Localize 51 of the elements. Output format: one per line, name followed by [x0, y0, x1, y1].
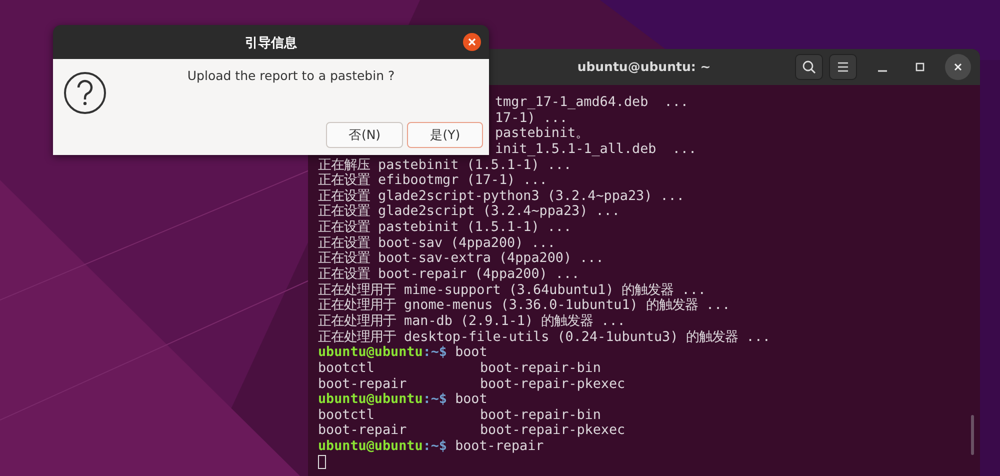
terminal-line: 正在设置 boot-sav (4ppa200) ...: [318, 236, 556, 251]
completion-item: bootctl: [318, 360, 376, 377]
terminal-line: 正在设置 efibootmgr (17-1) ...: [318, 173, 548, 188]
completion-item: boot-repair-bin: [480, 360, 602, 377]
terminal-line: init_1.5.1-1_all.deb ...: [495, 142, 697, 158]
minimize-icon: [878, 70, 886, 72]
command-text: boot: [455, 392, 488, 408]
dialog-button[interactable]: 否(N): [326, 122, 403, 148]
close-icon: [953, 62, 963, 72]
question-icon: [63, 71, 107, 115]
prompt-user: ubuntu@ubuntu: [318, 345, 423, 360]
prompt-user: ubuntu@ubuntu: [318, 439, 423, 454]
close-icon: [468, 38, 476, 46]
close-button[interactable]: [945, 54, 971, 80]
scrollbar[interactable]: [971, 415, 974, 455]
completion-item: boot-repair-bin: [480, 408, 602, 424]
prompt-path: :~$: [422, 392, 447, 408]
command-text: boot: [455, 345, 488, 360]
search-icon: [802, 60, 816, 74]
terminal-line: 正在设置 glade2script-python3 (3.2.4~ppa23) ...: [318, 188, 684, 204]
terminal-line: 正在解压 pastebinit (1.5.1-1) ...: [318, 158, 572, 173]
completion-item: boot-repair: [318, 423, 408, 440]
prompt-path: :~$: [422, 439, 447, 454]
terminal-line: 正在处理用于 man-db (2.9.1-1) 的触发器 ...: [318, 314, 626, 329]
terminal-line: 17-1) ...: [495, 110, 568, 126]
window-title: ubuntu@ubuntu: ~: [577, 59, 711, 74]
dialog-title: 引导信息: [245, 35, 297, 52]
maximize-icon: [915, 62, 925, 72]
prompt-user: ubuntu@ubuntu: [318, 392, 423, 408]
command-text: boot-repair: [455, 439, 544, 454]
menu-button[interactable]: [829, 54, 857, 80]
menu-icon: [837, 61, 849, 73]
terminal-line: 正在处理用于 mime-support (3.64ubuntu1) 的触发器 ...: [318, 282, 706, 298]
close-button[interactable]: [463, 33, 481, 51]
terminal-line: 正在设置 boot-sav-extra (4ppa200) ...: [318, 251, 604, 266]
prompt-path: :~$: [422, 345, 447, 360]
completion-item: boot-repair-pkexec: [480, 376, 626, 392]
dialog-message: Upload the report to a pastebin ?: [186, 68, 396, 83]
completion-item: boot-repair: [318, 376, 408, 392]
completion-item: bootctl: [318, 408, 376, 424]
terminal-line: 正在处理用于 desktop-file-utils (0.24-1ubuntu3) 的触发器 ...: [318, 330, 770, 345]
terminal-line: tmgr_17-1_amd64.deb ...: [495, 95, 688, 111]
completion-item: boot-repair-pkexec: [480, 423, 626, 440]
terminal-line: 正在处理用于 gnome-menus (3.36.0-1ubuntu1) 的触发器 ...: [318, 298, 730, 314]
dialog-button[interactable]: 是(Y): [407, 122, 483, 148]
terminal-line: 正在设置 pastebinit (1.5.1-1) ...: [318, 220, 572, 236]
terminal-line: pastebinit。: [495, 126, 589, 142]
terminal-line: 正在设置 boot-repair (4ppa200) ...: [318, 267, 580, 282]
terminal-line: 正在设置 glade2script (3.2.4~ppa23) ...: [318, 204, 620, 220]
search-button[interactable]: [795, 54, 823, 80]
text-cursor: [318, 455, 326, 470]
